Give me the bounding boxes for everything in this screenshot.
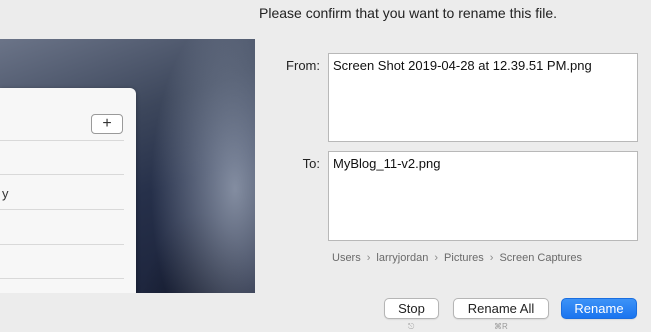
path-segment-screen-captures: Screen Captures	[499, 252, 583, 264]
preview-plus-icon: +	[91, 114, 123, 134]
path-separator-icon: ›	[434, 252, 439, 264]
confirmation-message: Please confirm that you want to rename t…	[259, 5, 558, 21]
to-label: To:	[302, 156, 320, 171]
to-filename-field[interactable]: MyBlog_11-v2.png	[328, 151, 638, 241]
path-segment-pictures: Pictures	[444, 252, 484, 264]
rename-button[interactable]: Rename	[561, 298, 637, 319]
from-label: From:	[286, 58, 320, 73]
preview-divider	[0, 209, 124, 210]
preview-divider	[0, 244, 124, 245]
preview-divider	[0, 174, 124, 175]
preview-divider	[0, 140, 124, 141]
path-separator-icon: ›	[489, 252, 494, 264]
file-preview-image: + y	[0, 39, 255, 293]
from-filename-field[interactable]: Screen Shot 2019-04-28 at 12.39.51 PM.pn…	[328, 53, 638, 142]
rename-all-shortcut-hint: ⌘R	[494, 322, 508, 331]
preview-window-card: + y	[0, 88, 136, 293]
file-path-breadcrumb: Users › larryjordan › Pictures › Screen Captur…	[332, 252, 582, 264]
escape-shortcut-icon: ⎋	[408, 322, 415, 331]
preview-text-fragment: y	[2, 186, 9, 201]
rename-all-button[interactable]: Rename All	[453, 298, 549, 319]
path-segment-user: larryjordan	[376, 252, 429, 264]
stop-button[interactable]: Stop	[384, 298, 439, 319]
path-separator-icon: ›	[366, 252, 371, 264]
preview-divider	[0, 278, 124, 279]
path-segment-users: Users	[332, 252, 361, 264]
